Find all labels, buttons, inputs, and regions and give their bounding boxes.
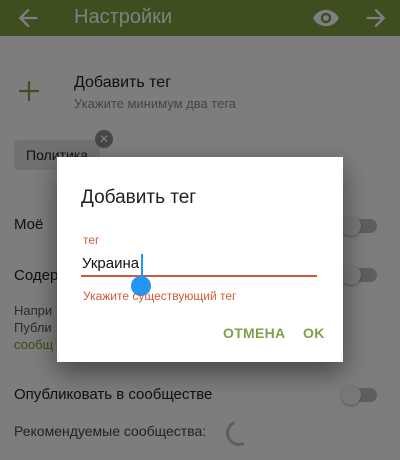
tag-field-label: тег <box>83 233 100 247</box>
cancel-button[interactable]: ОТМЕНА <box>223 325 285 341</box>
add-tag-dialog: Добавить тег тег Укажите существующий те… <box>57 157 343 362</box>
tag-error-message: Укажите существующий тег <box>83 289 237 303</box>
ok-button[interactable]: OK <box>303 325 325 341</box>
text-cursor <box>141 254 143 278</box>
dialog-title: Добавить тег <box>81 187 197 208</box>
tag-input[interactable] <box>81 251 317 277</box>
